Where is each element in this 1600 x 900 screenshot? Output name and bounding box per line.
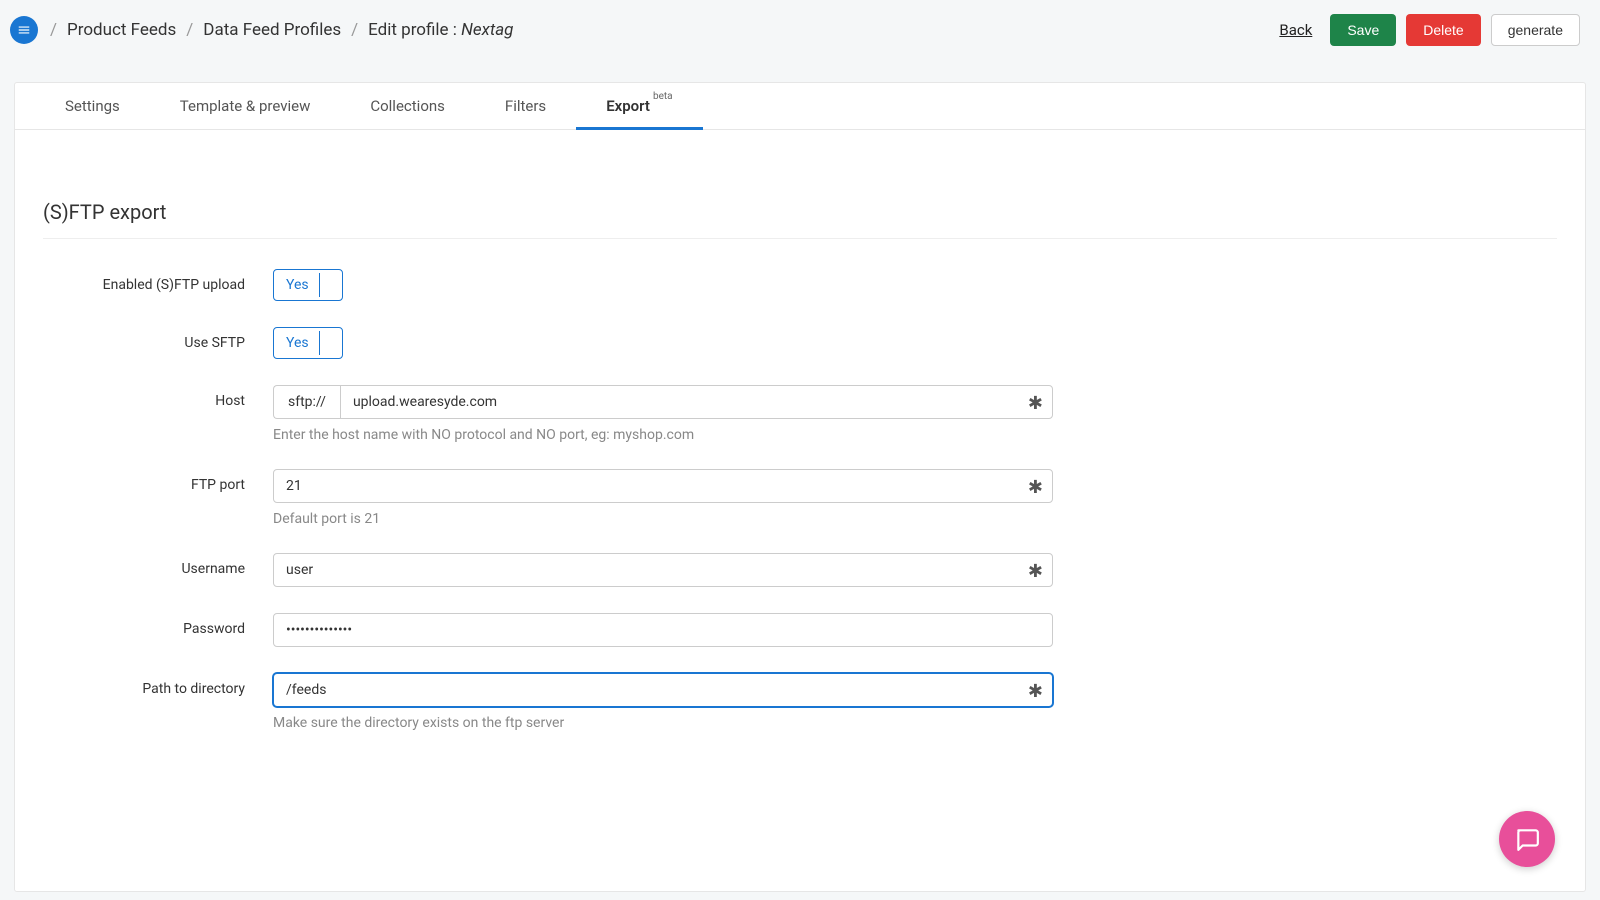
path-help: Make sure the directory exists on the ft…: [273, 715, 1053, 731]
menu-button[interactable]: [10, 16, 38, 44]
topbar-left: / Product Feeds / Data Feed Profiles / E…: [10, 16, 513, 44]
save-button[interactable]: Save: [1330, 14, 1396, 46]
row-host: Host sftp:// ✱ Enter the host name with …: [43, 385, 1557, 443]
toggle-enabled[interactable]: Yes: [273, 269, 343, 301]
row-path: Path to directory ✱ Make sure the direct…: [43, 673, 1557, 731]
row-port: FTP port ✱ Default port is 21: [43, 469, 1557, 527]
topbar-right: Back Save Delete generate: [1279, 14, 1580, 46]
path-input[interactable]: [273, 673, 1053, 707]
breadcrumb-sep: /: [351, 20, 358, 40]
row-password: Password: [43, 613, 1557, 647]
tab-template[interactable]: Template & preview: [150, 83, 341, 129]
host-prefix: sftp://: [273, 385, 340, 419]
breadcrumb-profile-name: Nextag: [461, 20, 513, 40]
breadcrumb-item-profiles[interactable]: Data Feed Profiles: [203, 20, 341, 40]
breadcrumb: / Product Feeds / Data Feed Profiles / E…: [50, 20, 513, 40]
port-input-wrap: ✱: [273, 469, 1053, 503]
breadcrumb-edit-prefix: Edit profile :: [368, 20, 457, 40]
password-input[interactable]: [273, 613, 1053, 647]
tabs: Settings Template & preview Collections …: [15, 83, 1585, 130]
delete-button[interactable]: Delete: [1406, 14, 1480, 46]
breadcrumb-sep: /: [186, 20, 193, 40]
section-title: (S)FTP export: [43, 160, 1557, 239]
username-input[interactable]: [273, 553, 1053, 587]
breadcrumb-edit-label: Edit profile : Nextag: [368, 20, 513, 40]
username-input-wrap: ✱: [273, 553, 1053, 587]
host-input-wrap: sftp:// ✱: [273, 385, 1053, 419]
chat-icon: [1514, 826, 1540, 852]
label-path: Path to directory: [43, 673, 273, 697]
label-sftp: Use SFTP: [43, 327, 273, 351]
help-fab[interactable]: [1499, 811, 1555, 867]
tab-export-badge: beta: [653, 91, 673, 102]
label-enabled: Enabled (S)FTP upload: [43, 269, 273, 293]
tab-export-label: Export: [606, 97, 650, 115]
topbar: / Product Feeds / Data Feed Profiles / E…: [0, 0, 1600, 60]
host-help: Enter the host name with NO protocol and…: [273, 427, 1053, 443]
port-input[interactable]: [273, 469, 1053, 503]
port-help: Default port is 21: [273, 511, 1053, 527]
label-port: FTP port: [43, 469, 273, 493]
row-sftp: Use SFTP Yes: [43, 327, 1557, 359]
tab-collections[interactable]: Collections: [340, 83, 475, 129]
toggle-enabled-label: Yes: [286, 277, 309, 293]
content-card: Settings Template & preview Collections …: [14, 82, 1586, 892]
breadcrumb-item-product-feeds[interactable]: Product Feeds: [67, 20, 176, 40]
label-password: Password: [43, 613, 273, 637]
hamburger-icon: [17, 23, 31, 37]
toggle-sftp[interactable]: Yes: [273, 327, 343, 359]
section: (S)FTP export Enabled (S)FTP upload Yes …: [15, 130, 1585, 731]
tab-export[interactable]: Exportbeta: [576, 83, 702, 129]
host-input[interactable]: [340, 385, 1053, 419]
generate-button[interactable]: generate: [1491, 14, 1580, 46]
password-input-wrap: [273, 613, 1053, 647]
label-username: Username: [43, 553, 273, 577]
path-input-wrap: ✱: [273, 673, 1053, 707]
breadcrumb-sep: /: [50, 20, 57, 40]
label-host: Host: [43, 385, 273, 409]
tab-filters[interactable]: Filters: [475, 83, 576, 129]
form: Enabled (S)FTP upload Yes Use SFTP Yes: [19, 239, 1581, 731]
row-enabled: Enabled (S)FTP upload Yes: [43, 269, 1557, 301]
back-link[interactable]: Back: [1279, 21, 1312, 39]
tab-settings[interactable]: Settings: [35, 83, 150, 129]
toggle-sftp-label: Yes: [286, 335, 309, 351]
row-username: Username ✱: [43, 553, 1557, 587]
